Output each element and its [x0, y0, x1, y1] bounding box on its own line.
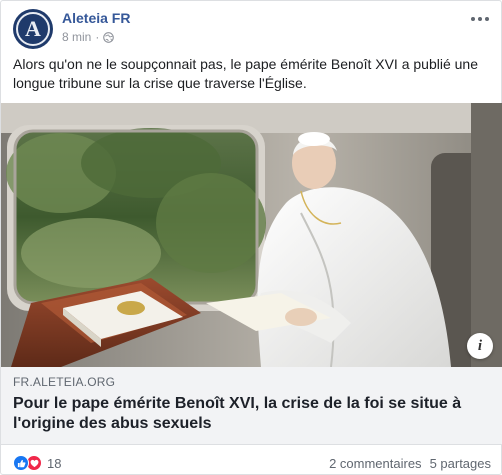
meta-separator: · [95, 30, 100, 44]
post-header: A Aleteia FR 8 min · [13, 9, 493, 51]
pope-train-photo [1, 103, 502, 367]
like-icon [13, 455, 29, 471]
page-avatar[interactable]: A [13, 9, 53, 49]
shares-count-link[interactable]: 5 partages [430, 456, 491, 471]
globe-icon[interactable] [103, 31, 115, 43]
post-meta: 8 min · [62, 30, 115, 44]
comments-count-link[interactable]: 2 commentaires [329, 456, 421, 471]
link-domain: FR.ALETEIA.ORG [13, 375, 116, 389]
reaction-count: 18 [47, 455, 62, 471]
link-preview[interactable]: FR.ALETEIA.ORG Pour le pape émérite Beno… [1, 367, 502, 445]
more-options-icon[interactable] [467, 11, 493, 27]
avatar-letter: A [16, 12, 50, 46]
link-headline[interactable]: Pour le pape émérite Benoît XVI, la cris… [13, 394, 491, 434]
engagement-stats: 2 commentaires 5 partages [329, 456, 491, 471]
link-image[interactable]: i [1, 103, 502, 367]
facebook-post: A Aleteia FR 8 min · Alors qu'on ne le s… [0, 0, 502, 475]
post-timestamp[interactable]: 8 min [62, 30, 91, 44]
post-footer: 18 2 commentaires 5 partages [13, 453, 491, 473]
post-message: Alors qu'on ne le soupçonnait pas, le pa… [13, 56, 478, 91]
info-icon[interactable]: i [467, 333, 493, 359]
reactions-summary[interactable]: 18 [13, 455, 61, 471]
page-name-link[interactable]: Aleteia FR [62, 10, 130, 26]
